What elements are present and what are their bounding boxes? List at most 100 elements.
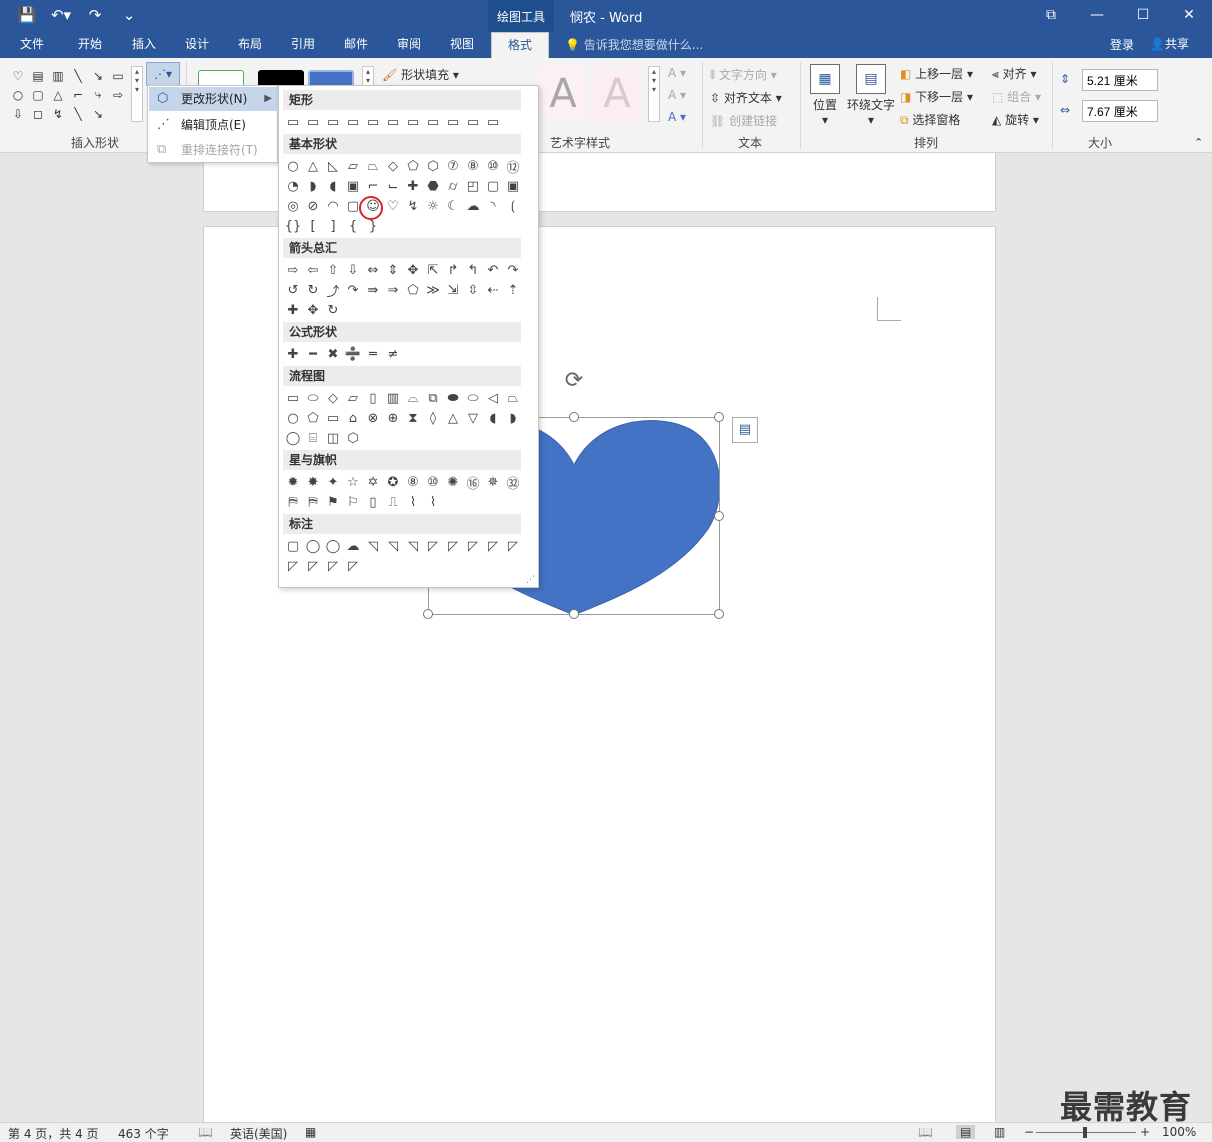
gallery-shape-icon[interactable]: ⬠ <box>303 408 323 428</box>
gallery-shape-icon[interactable]: ▭ <box>463 112 483 132</box>
gallery-shape-icon[interactable]: ⇛ <box>363 280 383 300</box>
gallery-shape-icon[interactable]: ◸ <box>343 556 363 576</box>
gallery-shape-icon[interactable]: ⑧ <box>403 472 423 492</box>
right-arrow-icon[interactable]: ⇨ <box>108 85 128 104</box>
gallery-shape-icon[interactable]: ▱ <box>343 156 363 176</box>
height-input[interactable] <box>1082 69 1158 91</box>
print-layout-icon[interactable]: ▤ <box>956 1125 976 1139</box>
gallery-shape-icon[interactable]: ⇔ <box>363 260 383 280</box>
read-mode-icon[interactable]: 📖 <box>918 1125 933 1139</box>
tab-references[interactable]: 引用 <box>283 32 323 58</box>
tab-mailings[interactable]: 邮件 <box>336 32 376 58</box>
arrow-line-icon[interactable]: ↘ <box>88 66 108 85</box>
text-effects-icon[interactable]: A ▾ <box>668 110 686 124</box>
gallery-shape-icon[interactable]: ⬡ <box>343 428 363 448</box>
gallery-shape-icon[interactable]: ▭ <box>383 112 403 132</box>
gallery-shape-icon[interactable]: ═ <box>363 344 383 364</box>
text-outline-icon[interactable]: A ▾ <box>668 88 686 102</box>
macro-record-icon[interactable]: ▦ <box>305 1125 316 1139</box>
gallery-shape-icon[interactable]: ▯ <box>363 492 383 512</box>
shapes-gallery-scroll[interactable]: ▴ ▾ ▾ <box>131 66 143 122</box>
gallery-shape-icon[interactable]: ✚ <box>283 344 303 364</box>
gallery-shape-icon[interactable]: ⇩ <box>343 260 363 280</box>
redo-icon[interactable]: ↷ <box>82 4 108 26</box>
gallery-shape-icon[interactable]: ◫ <box>323 428 343 448</box>
wrap-text-button[interactable]: ▤ 环绕文字 ▾ <box>846 64 896 127</box>
gallery-shape-icon[interactable]: ✥ <box>403 260 423 280</box>
tab-home[interactable]: 开始 <box>70 32 110 58</box>
gallery-shape-icon[interactable]: ⊗ <box>363 408 383 428</box>
gallery-shape-icon[interactable]: ◸ <box>323 556 343 576</box>
gallery-shape-icon[interactable]: ⬣ <box>423 176 443 196</box>
resize-handle-bottom[interactable] <box>569 609 579 619</box>
gallery-shape-icon[interactable]: ⊕ <box>383 408 403 428</box>
gallery-shape-icon[interactable]: ⬭ <box>463 388 483 408</box>
gallery-shape-icon[interactable]: ✥ <box>303 300 323 320</box>
gallery-shape-icon[interactable]: ▭ <box>423 112 443 132</box>
resize-handle-top-right[interactable] <box>714 412 724 422</box>
gallery-shape-icon[interactable]: ⇕ <box>383 260 403 280</box>
gallery-shape-icon[interactable]: ㉜ <box>503 472 523 492</box>
bring-forward-button[interactable]: ◧ 上移一层 ▾ <box>900 65 973 82</box>
rotate-button[interactable]: ◭ 旋转 ▾ <box>992 111 1039 128</box>
gallery-shape-icon[interactable]: ✺ <box>443 472 463 492</box>
gallery-shape-icon[interactable]: ↻ <box>323 300 343 320</box>
width-input[interactable] <box>1082 100 1158 122</box>
gallery-shape-icon[interactable]: ▭ <box>303 112 323 132</box>
gallery-shape-icon[interactable]: ↯ <box>403 196 423 216</box>
gallery-shape-icon[interactable]: ⇒ <box>383 280 403 300</box>
gallery-shape-icon[interactable]: ✚ <box>283 300 303 320</box>
resize-handle-top[interactable] <box>569 412 579 422</box>
gallery-shape-icon[interactable]: ◔ <box>283 176 303 196</box>
tab-format[interactable]: 格式 <box>491 32 549 58</box>
vertical-textbox-icon[interactable]: ▥ <box>48 66 68 85</box>
tab-insert[interactable]: 插入 <box>124 32 164 58</box>
gallery-shape-icon[interactable]: ⑧ <box>463 156 483 176</box>
gallery-shape-icon[interactable]: ◸ <box>283 556 303 576</box>
gallery-shape-icon[interactable]: ◯ <box>323 536 343 556</box>
gallery-shape-icon[interactable]: ◸ <box>483 536 503 556</box>
word-count[interactable]: 463 个字 <box>118 1125 169 1142</box>
gallery-shape-icon[interactable]: ⇨ <box>283 260 303 280</box>
gallery-shape-icon[interactable]: ⏢ <box>363 156 383 176</box>
gallery-shape-icon[interactable]: ⑩ <box>483 156 503 176</box>
gallery-shape-icon[interactable]: ⇲ <box>443 280 463 300</box>
maximize-icon[interactable]: ☐ <box>1120 0 1166 30</box>
diagonal-line-icon[interactable]: ╲ <box>68 104 88 123</box>
gallery-shape-icon[interactable]: ○ <box>283 156 303 176</box>
customize-icon[interactable]: ⌄ <box>116 4 142 26</box>
rectangle-icon[interactable]: ▭ <box>108 66 128 85</box>
gallery-shape-icon[interactable]: ⬠ <box>403 156 423 176</box>
gallery-shape-icon[interactable]: ◇ <box>383 156 403 176</box>
gallery-shape-icon[interactable]: ━ <box>303 344 323 364</box>
undo-icon[interactable]: ↶▾ <box>48 4 74 26</box>
proofing-icon[interactable]: 📖 <box>198 1125 213 1139</box>
gallery-shape-icon[interactable]: ▭ <box>403 112 423 132</box>
gallery-shape-icon[interactable]: ☾ <box>443 196 463 216</box>
gallery-shape-icon[interactable]: ◹ <box>363 536 383 556</box>
gallery-shape-icon[interactable]: ◊ <box>423 408 443 428</box>
gallery-shape-icon[interactable]: ⤴ <box>323 280 343 300</box>
create-link-button[interactable]: ⛓ 创建链接 <box>710 112 777 129</box>
gallery-shape-icon[interactable]: ↱ <box>443 260 463 280</box>
gallery-shape-icon[interactable]: ⚑ <box>323 492 343 512</box>
gallery-shape-icon[interactable]: ⌸ <box>303 428 323 448</box>
gallery-shape-icon[interactable]: ◯ <box>303 536 323 556</box>
gallery-shape-icon[interactable]: ▭ <box>323 408 343 428</box>
lightning-icon[interactable]: ↯ <box>48 104 68 123</box>
gallery-shape-icon[interactable]: ✡ <box>363 472 383 492</box>
tab-design[interactable]: 设计 <box>177 32 217 58</box>
tab-file[interactable]: 文件 <box>12 32 52 58</box>
gallery-shape-icon[interactable]: ⇱ <box>423 260 443 280</box>
gallery-shape-icon[interactable]: ↺ <box>283 280 303 300</box>
gallery-shape-icon[interactable]: ⇠ <box>483 280 503 300</box>
gallery-shape-icon[interactable]: ▭ <box>443 112 463 132</box>
gallery-shape-icon[interactable]: ⑯ <box>463 472 483 492</box>
line-icon[interactable]: ╲ <box>68 66 88 85</box>
gallery-shape-icon[interactable]: ◸ <box>423 536 443 556</box>
gallery-shape-icon[interactable]: ◖ <box>323 176 343 196</box>
gallery-shape-icon[interactable]: ⑩ <box>423 472 443 492</box>
tell-me-search[interactable]: 💡 告诉我您想要做什么... <box>565 36 703 53</box>
gallery-shape-icon[interactable]: ◠ <box>323 196 343 216</box>
heart-shape-icon[interactable]: ♡ <box>8 66 28 85</box>
